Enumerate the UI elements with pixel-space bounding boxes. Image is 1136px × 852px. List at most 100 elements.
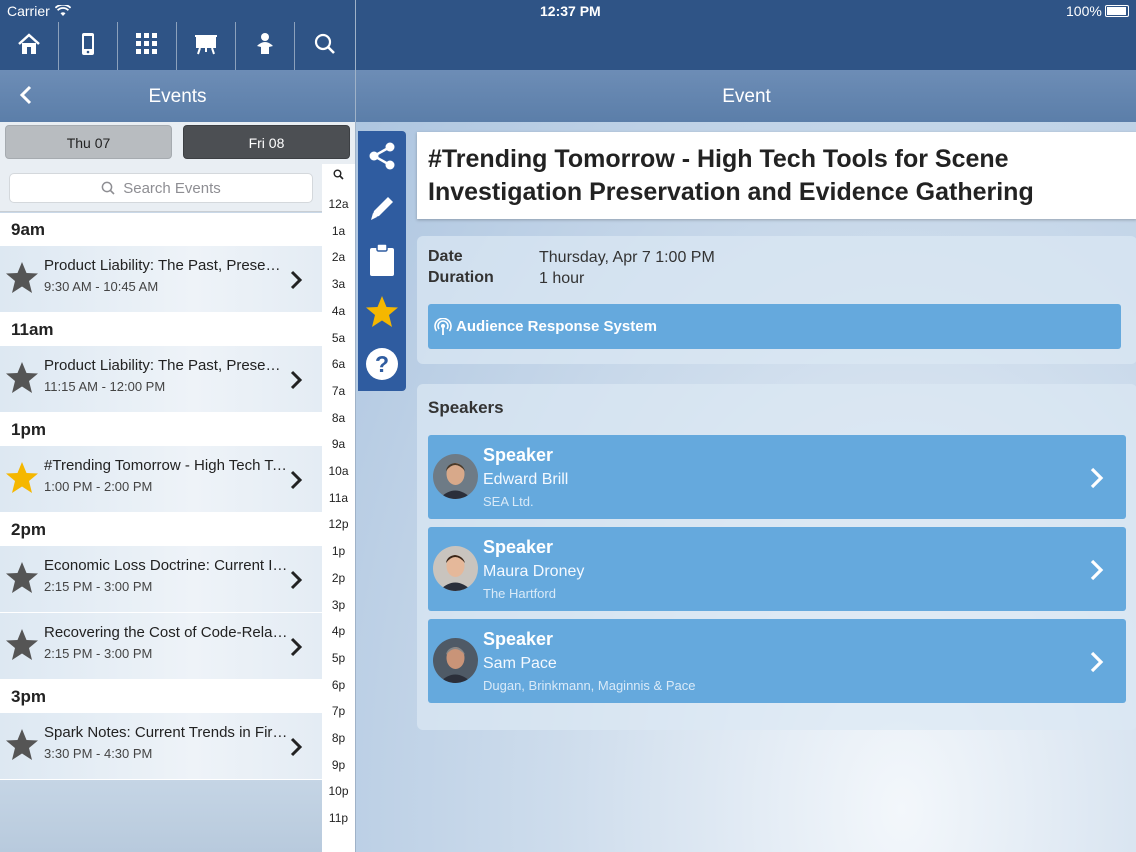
index-item[interactable]: 12p <box>322 517 355 531</box>
search-events-input[interactable]: Search Events <box>9 173 313 203</box>
index-item[interactable]: 7a <box>322 384 355 398</box>
index-item[interactable]: 9p <box>322 758 355 772</box>
event-time: 3:30 PM - 4:30 PM <box>44 746 153 761</box>
index-item[interactable]: 4p <box>322 624 355 638</box>
speakers-heading: Speakers <box>428 398 504 417</box>
presentation-button[interactable] <box>177 22 236 70</box>
search-placeholder: Search Events <box>123 179 221 197</box>
index-item[interactable]: 11a <box>322 491 355 505</box>
search-button[interactable] <box>295 22 354 70</box>
star-icon[interactable] <box>5 728 39 767</box>
chevron-right-icon <box>1088 649 1106 680</box>
index-item[interactable]: 4a <box>322 304 355 318</box>
index-item[interactable]: 8p <box>322 731 355 745</box>
event-row[interactable]: Economic Loss Doctrine: Current Issues 2:… <box>0 546 322 613</box>
time-header: 1pm <box>0 413 322 446</box>
index-item[interactable]: 3p <box>322 598 355 612</box>
event-title: Product Liability: The Past, Present, an… <box>44 357 288 374</box>
phone-button[interactable] <box>59 22 118 70</box>
event-detail-pane: 12:37 PM 100% Event ? #Trending Tomorrow… <box>355 0 1136 852</box>
clipboard-icon <box>369 242 395 282</box>
avatar <box>433 546 478 591</box>
event-row[interactable]: #Trending Tomorrow - High Tech Tools for… <box>0 446 322 513</box>
index-item[interactable]: 10p <box>322 784 355 798</box>
index-item[interactable]: 2p <box>322 571 355 585</box>
event-list: 9am Product Liability: The Past, Present,… <box>0 213 322 780</box>
index-item[interactable]: 10a <box>322 464 355 478</box>
event-time: 9:30 AM - 10:45 AM <box>44 279 159 294</box>
avatar <box>433 454 478 499</box>
index-item[interactable]: 5p <box>322 651 355 665</box>
time-header: 3pm <box>0 680 322 713</box>
event-details: Date Thursday, Apr 7 1:00 PM Duration 1 … <box>417 236 1136 364</box>
event-time: 11:15 AM - 12:00 PM <box>44 379 166 394</box>
event-time: 1:00 PM - 2:00 PM <box>44 479 153 494</box>
index-item[interactable]: 9a <box>322 437 355 451</box>
exhibitor-icon <box>254 32 276 61</box>
chevron-right-icon <box>289 636 303 663</box>
index-item[interactable]: 5a <box>322 331 355 345</box>
speaker-card[interactable]: Speaker Sam Pace Dugan, Brinkmann, Maginni… <box>428 619 1126 703</box>
speaker-card[interactable]: Speaker Edward Brill SEA Ltd. <box>428 435 1126 519</box>
speaker-name: Sam Pace <box>483 655 557 672</box>
event-row[interactable]: Spark Notes: Current Trends in Fire Inve… <box>0 713 322 780</box>
event-row[interactable]: Recovering the Cost of Code-Related Upgr… <box>0 613 322 680</box>
tab-thu-07[interactable]: Thu 07 <box>5 125 172 159</box>
speaker-name: Maura Droney <box>483 563 585 580</box>
carrier-label: Carrier <box>7 3 50 19</box>
home-button[interactable] <box>0 22 59 70</box>
event-row[interactable]: Product Liability: The Past, Present, an… <box>0 246 322 313</box>
event-title: Economic Loss Doctrine: Current Issues <box>44 557 288 574</box>
event-navbar: Event <box>356 70 1136 122</box>
search-icon <box>314 33 336 60</box>
tab-fri-08[interactable]: Fri 08 <box>183 125 350 159</box>
star-icon[interactable] <box>5 261 39 300</box>
broadcast-icon <box>434 317 452 340</box>
favorite-button[interactable] <box>364 295 400 332</box>
speaker-organization: The Hartford <box>483 586 556 601</box>
chevron-right-icon <box>289 269 303 296</box>
index-item[interactable]: 1p <box>322 544 355 558</box>
index-item[interactable]: 6p <box>322 678 355 692</box>
duration-label: Duration <box>428 269 494 286</box>
notes-button[interactable] <box>364 192 400 228</box>
index-item[interactable]: 2a <box>322 250 355 264</box>
index-item[interactable]: 11p <box>322 811 355 825</box>
index-search-icon[interactable] <box>322 169 355 183</box>
index-item[interactable]: 6a <box>322 357 355 371</box>
avatar <box>433 638 478 683</box>
speaker-name: Edward Brill <box>483 471 569 488</box>
duration-value: 1 hour <box>539 270 585 287</box>
star-icon[interactable] <box>5 628 39 667</box>
chevron-right-icon <box>1088 557 1106 588</box>
help-button[interactable]: ? <box>364 347 400 384</box>
star-filled-icon[interactable] <box>5 461 39 500</box>
index-item[interactable]: 1a <box>322 224 355 238</box>
chevron-right-icon <box>289 736 303 763</box>
exhibitor-button[interactable] <box>236 22 295 70</box>
speaker-role: Speaker <box>483 445 554 465</box>
event-title-header: Event <box>722 86 771 107</box>
star-icon[interactable] <box>5 561 39 600</box>
event-time: 2:15 PM - 3:00 PM <box>44 646 153 661</box>
events-pane: Carrier Events Thu 07 Fri 08 Search Even… <box>0 0 355 852</box>
audience-response-button[interactable]: Audience Response System <box>428 304 1121 349</box>
index-item[interactable]: 7p <box>322 704 355 718</box>
events-navbar: Events <box>0 70 355 122</box>
speaker-card[interactable]: Speaker Maura Droney The Hartford <box>428 527 1126 611</box>
share-icon <box>366 140 398 177</box>
clipboard-button[interactable] <box>364 242 400 282</box>
event-title: Product Liability: The Past, Present, an… <box>44 257 288 274</box>
star-icon[interactable] <box>5 361 39 400</box>
index-item[interactable]: 3a <box>322 277 355 291</box>
status-bar-right: 12:37 PM 100% <box>356 0 1136 22</box>
share-button[interactable] <box>364 140 400 176</box>
index-item[interactable]: 8a <box>322 411 355 425</box>
time-index-bar[interactable]: 12a 1a 2a 3a 4a 5a 6a 7a 8a 9a 10a 11a 12p 1p 2p 3p 4p 5p… <box>322 164 355 852</box>
list-background <box>0 780 322 852</box>
time-header: 11am <box>0 313 322 346</box>
event-row[interactable]: Product Liability: The Past, Present, an… <box>0 346 322 413</box>
search-icon <box>101 181 115 195</box>
index-item[interactable]: 12a <box>322 197 355 211</box>
grid-button[interactable] <box>118 22 177 70</box>
